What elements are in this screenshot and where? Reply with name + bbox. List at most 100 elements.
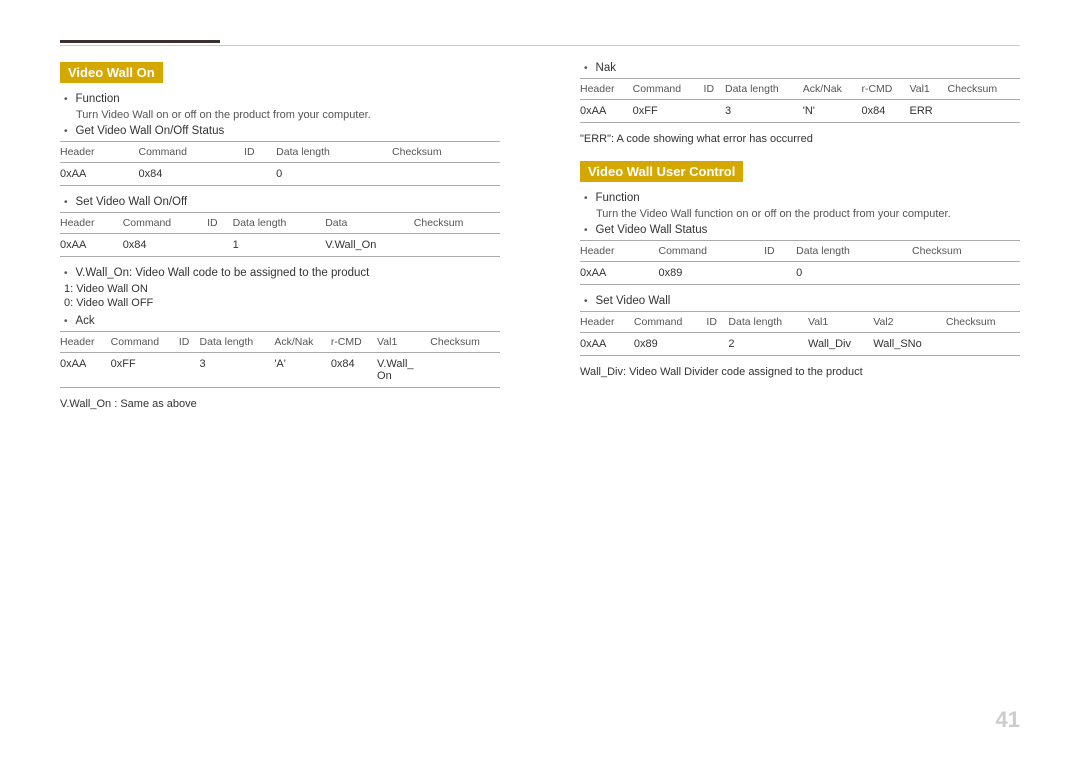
td-val1: Wall_Div <box>808 333 873 356</box>
left-set-table: Header Command ID Data length Data Check… <box>60 212 500 257</box>
td-val1: ERR <box>910 100 948 123</box>
bullet-icon-9: • <box>584 296 588 307</box>
left-function-desc: Turn Video Wall on or off on the product… <box>76 109 500 121</box>
left-get-status-label: Get Video Wall On/Off Status <box>76 125 225 137</box>
table-row: 0xAA 0xFF 3 'N' 0x84 ERR <box>580 100 1020 123</box>
td-datalength: 3 <box>200 353 275 388</box>
th-id-r1: ID <box>704 79 725 100</box>
th-checksum-3: Checksum <box>430 332 500 353</box>
th-id-r2: ID <box>764 241 796 262</box>
right-get-table: Header Command ID Data length Checksum 0… <box>580 240 1020 285</box>
right-get-status-bullet: • Get Video Wall Status <box>584 224 1020 236</box>
left-set-bullet: • Set Video Wall On/Off <box>64 196 500 208</box>
td-id <box>704 100 725 123</box>
th-val1-3: Val1 <box>377 332 430 353</box>
td-rcmd: 0x84 <box>331 353 377 388</box>
th-data-2: Data <box>325 213 414 234</box>
th-id-3: ID <box>179 332 200 353</box>
top-line-short <box>60 40 220 43</box>
top-lines <box>60 40 1020 46</box>
th-datalength-r3: Data length <box>728 312 808 333</box>
right-function-desc: Turn the Video Wall function on or off o… <box>596 208 1020 220</box>
td-command: 0xFF <box>111 353 179 388</box>
right-set-table: Header Command ID Data length Val1 Val2 … <box>580 311 1020 356</box>
th-checksum-r3: Checksum <box>946 312 1020 333</box>
td-datalength: 2 <box>728 333 808 356</box>
right-set-label: Set Video Wall <box>596 295 671 307</box>
th-command-r3: Command <box>634 312 707 333</box>
table-row: 0xAA 0x84 0 <box>60 163 500 186</box>
td-command: 0x89 <box>659 262 765 285</box>
th-acknak-3: Ack/Nak <box>274 332 330 353</box>
left-set-label: Set Video Wall On/Off <box>76 196 188 208</box>
td-header: 0xAA <box>60 353 111 388</box>
table-row: 0xAA 0x89 0 <box>580 262 1020 285</box>
td-id <box>244 163 276 186</box>
top-line-long <box>60 45 1020 46</box>
left-vwall-note: V.Wall_On: Video Wall code to be assigne… <box>76 267 370 279</box>
td-val2: Wall_SNo <box>873 333 946 356</box>
td-val1: V.Wall_On <box>377 353 430 388</box>
left-section-title: Video Wall On <box>60 62 163 83</box>
th-header-3: Header <box>60 332 111 353</box>
left-ack-table: Header Command ID Data length Ack/Nak r-… <box>60 331 500 388</box>
td-datalength: 0 <box>276 163 392 186</box>
td-header: 0xAA <box>580 333 634 356</box>
th-command-2: Command <box>123 213 207 234</box>
page-number: 41 <box>996 707 1020 733</box>
th-header-2: Header <box>60 213 123 234</box>
th-command-1: Command <box>139 142 245 163</box>
td-id <box>179 353 200 388</box>
th-id-2: ID <box>207 213 233 234</box>
video-wall-on-note: 1: Video Wall ON <box>64 283 500 295</box>
bullet-icon-3: • <box>64 197 68 208</box>
th-header-r1: Header <box>580 79 633 100</box>
td-header: 0xAA <box>580 262 659 285</box>
table-row: 0xAA 0x84 1 V.Wall_On <box>60 234 500 257</box>
td-checksum <box>948 100 1020 123</box>
right-nak-bullet: • Nak <box>584 62 1020 74</box>
th-checksum-r2: Checksum <box>912 241 1020 262</box>
td-checksum <box>912 262 1020 285</box>
td-command: 0x84 <box>123 234 207 257</box>
th-id-1: ID <box>244 142 276 163</box>
td-header: 0xAA <box>60 234 123 257</box>
bullet-icon: • <box>64 94 68 105</box>
th-command-r1: Command <box>633 79 704 100</box>
right-column: • Nak Header Command ID Data length Ack/… <box>560 62 1020 723</box>
td-header: 0xAA <box>580 100 633 123</box>
left-vwall-note-bullet: • V.Wall_On: Video Wall code to be assig… <box>64 267 500 279</box>
th-acknak-r1: Ack/Nak <box>803 79 862 100</box>
bullet-icon-4: • <box>64 268 68 279</box>
left-function-bullet: • Function <box>64 93 500 105</box>
td-checksum <box>430 353 500 388</box>
th-command-r2: Command <box>659 241 765 262</box>
bullet-icon-7: • <box>584 193 588 204</box>
th-val1-r3: Val1 <box>808 312 873 333</box>
td-checksum <box>414 234 500 257</box>
bullet-icon-5: • <box>64 316 68 327</box>
td-acknak: 'N' <box>803 100 862 123</box>
left-function-label: Function <box>76 93 120 105</box>
right-nak-table: Header Command ID Data length Ack/Nak r-… <box>580 78 1020 123</box>
content-area: Video Wall On • Function Turn Video Wall… <box>60 62 1020 723</box>
left-column: Video Wall On • Function Turn Video Wall… <box>60 62 520 723</box>
td-rcmd: 0x84 <box>861 100 909 123</box>
left-ack-bullet: • Ack <box>64 315 500 327</box>
th-header-1: Header <box>60 142 139 163</box>
td-command: 0x89 <box>634 333 707 356</box>
td-id <box>706 333 728 356</box>
left-get-status-bullet: • Get Video Wall On/Off Status <box>64 125 500 137</box>
right-get-status-label: Get Video Wall Status <box>596 224 708 236</box>
th-checksum-1: Checksum <box>392 142 500 163</box>
th-rcmd-r1: r-CMD <box>861 79 909 100</box>
table-row: 0xAA 0xFF 3 'A' 0x84 V.Wall_On <box>60 353 500 388</box>
th-val2-r3: Val2 <box>873 312 946 333</box>
td-id <box>207 234 233 257</box>
bullet-icon-6: • <box>584 63 588 74</box>
td-datalength: 3 <box>725 100 803 123</box>
th-datalength-r1: Data length <box>725 79 803 100</box>
right-nak-label: Nak <box>596 62 616 74</box>
td-acknak: 'A' <box>274 353 330 388</box>
walldiv-note: Wall_Div: Video Wall Divider code assign… <box>580 366 1020 378</box>
